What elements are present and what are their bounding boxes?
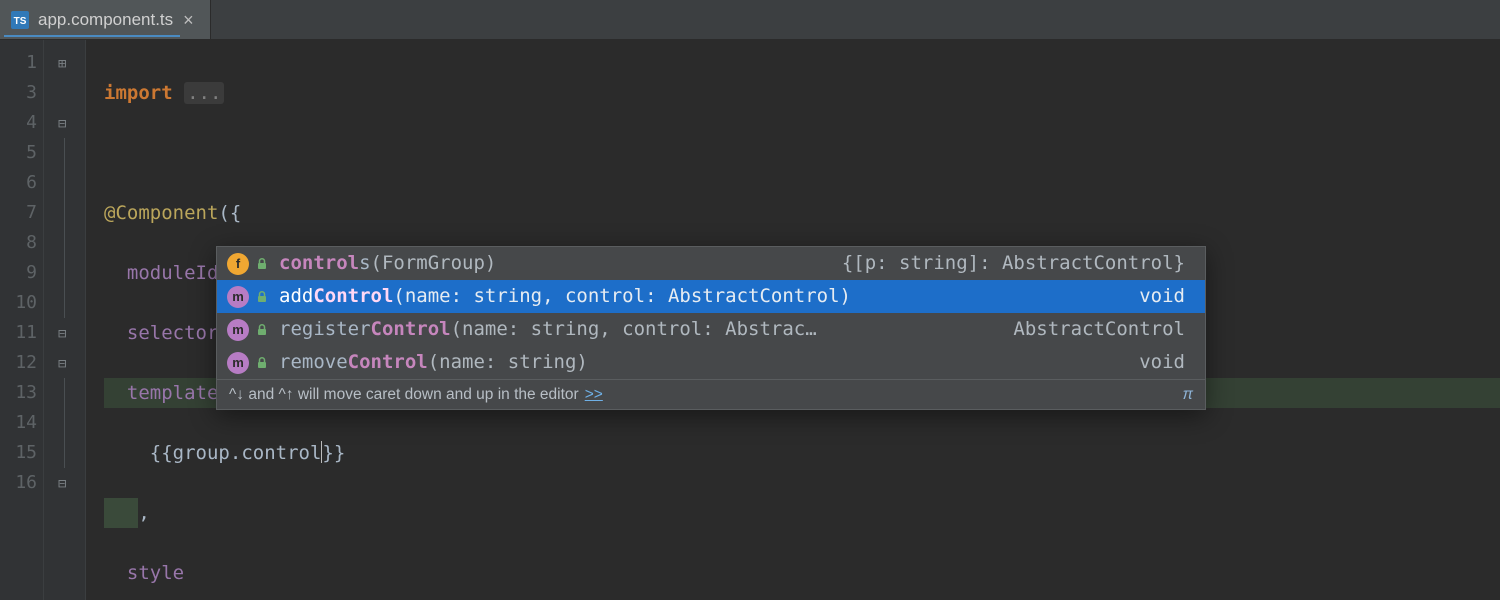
fold-gutter	[44, 40, 86, 600]
property: moduleId	[127, 262, 219, 284]
code-line: style	[104, 558, 1500, 588]
close-icon[interactable]: ×	[181, 11, 196, 29]
punctuation: ({	[218, 202, 241, 224]
editor-tab[interactable]: TS app.component.ts ×	[0, 0, 211, 39]
tab-bar: TS app.component.ts ×	[0, 0, 1500, 40]
change-marker	[104, 498, 138, 528]
completion-signature: (name: string, control: Abstrac…	[451, 313, 817, 346]
line-number: 14	[0, 408, 37, 438]
completion-item[interactable]: m removeControl(name: string) void	[217, 346, 1205, 379]
code-line: `,	[104, 498, 1500, 528]
fold-guide	[44, 198, 85, 228]
fold-toggle-icon[interactable]	[44, 48, 85, 78]
fold-guide	[44, 288, 85, 318]
line-number: 10	[0, 288, 37, 318]
line-number: 16	[0, 468, 37, 498]
line-number: 6	[0, 168, 37, 198]
identifier: group	[173, 442, 230, 464]
fold-guide	[44, 228, 85, 258]
line-number: 15	[0, 438, 37, 468]
svg-text:TS: TS	[14, 16, 27, 27]
completion-hint-text: ^↓ and ^↑ will move caret down and up in…	[229, 378, 579, 411]
completion-signature: (name: string)	[428, 346, 588, 379]
completion-return-type: void	[1139, 346, 1185, 379]
property: selector	[127, 322, 219, 344]
line-number: 7	[0, 198, 37, 228]
completion-return-type: {[p: string]: AbstractControl}	[842, 247, 1185, 280]
decorator: @Component	[104, 202, 218, 224]
line-number: 9	[0, 258, 37, 288]
completion-item[interactable]: f controls (FormGroup) {[p: string]: Abstr…	[217, 247, 1205, 280]
typescript-file-icon: TS	[10, 10, 30, 30]
mustache-open: {{	[150, 442, 173, 464]
visibility-lock-icon	[255, 290, 269, 304]
current-token: control	[241, 442, 321, 464]
code-line	[104, 138, 1500, 168]
punctuation: ,	[138, 502, 149, 524]
completion-settings-icon[interactable]: π	[1183, 378, 1193, 411]
completion-return-type: AbstractControl	[1013, 313, 1185, 346]
property: style	[127, 562, 184, 584]
fold-guide	[44, 138, 85, 168]
completion-name: addControl	[279, 280, 393, 313]
method-icon: m	[227, 319, 249, 341]
completion-item[interactable]: m addControl(name: string, control: Abstr…	[217, 280, 1205, 313]
fold-spacer	[44, 78, 85, 108]
line-number: 5	[0, 138, 37, 168]
property: template	[127, 382, 219, 404]
visibility-lock-icon	[255, 323, 269, 337]
completion-item[interactable]: m registerControl(name: string, control: …	[217, 313, 1205, 346]
fold-guide	[44, 258, 85, 288]
line-number: 12	[0, 348, 37, 378]
fold-toggle-icon[interactable]	[44, 318, 85, 348]
line-number: 8	[0, 228, 37, 258]
fold-guide	[44, 408, 85, 438]
visibility-lock-icon	[255, 257, 269, 271]
completion-name: controls	[279, 247, 371, 280]
line-number: 1	[0, 48, 37, 78]
line-number-gutter: 1 3 4 5 6 7 8 9 10 11 12 13 14 15 16	[0, 40, 44, 600]
completion-more-link[interactable]: >>	[585, 378, 603, 411]
keyword: import	[104, 82, 173, 104]
fold-toggle-icon[interactable]	[44, 468, 85, 498]
completion-footer: ^↓ and ^↑ will move caret down and up in…	[217, 379, 1205, 409]
line-number: 3	[0, 78, 37, 108]
completion-name: removeControl	[279, 346, 428, 379]
completion-signature: (FormGroup)	[371, 247, 497, 280]
line-number: 13	[0, 378, 37, 408]
dot: .	[230, 442, 241, 464]
code-line: import ...	[104, 78, 1500, 108]
fold-guide	[44, 438, 85, 468]
method-icon: m	[227, 352, 249, 374]
fold-toggle-icon[interactable]	[44, 108, 85, 138]
code-editor[interactable]: 1 3 4 5 6 7 8 9 10 11 12 13 14 15 16 imp…	[0, 40, 1500, 600]
tab-active-underline	[4, 35, 180, 37]
fold-guide	[44, 168, 85, 198]
folded-region[interactable]: ...	[184, 82, 224, 104]
code-line: @Component({	[104, 198, 1500, 228]
completion-name: registerControl	[279, 313, 451, 346]
line-number: 11	[0, 318, 37, 348]
mustache-close: }}	[322, 442, 345, 464]
visibility-lock-icon	[255, 356, 269, 370]
fold-toggle-icon[interactable]	[44, 348, 85, 378]
code-line: {{group.control}}	[104, 438, 1500, 468]
line-number: 4	[0, 108, 37, 138]
field-icon: f	[227, 253, 249, 275]
fold-guide	[44, 378, 85, 408]
method-icon: m	[227, 286, 249, 308]
completion-signature: (name: string, control: AbstractControl)	[393, 280, 851, 313]
code-completion-popup[interactable]: f controls (FormGroup) {[p: string]: Abstr…	[216, 246, 1206, 410]
tab-filename: app.component.ts	[38, 10, 173, 30]
completion-return-type: void	[1139, 280, 1185, 313]
